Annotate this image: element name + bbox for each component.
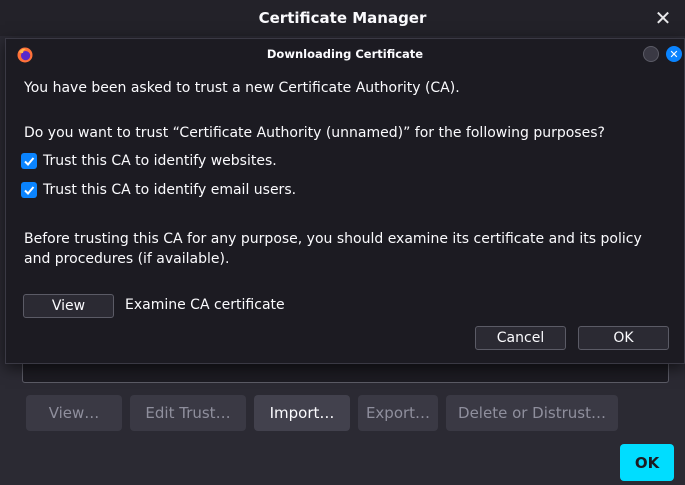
export-button[interactable]: Export… <box>358 395 438 431</box>
edit-trust-button-label: Edit Trust… <box>145 404 231 422</box>
view-ca-button-label: View <box>51 298 86 314</box>
import-button[interactable]: Import… <box>254 395 350 431</box>
delete-or-distrust-button-label: Delete or Distrust… <box>458 404 606 422</box>
certificate-manager-ok-button[interactable]: OK <box>620 444 674 481</box>
close-icon[interactable]: ✕ <box>651 6 675 30</box>
view-button[interactable]: View… <box>26 395 122 431</box>
trust-email-checkbox[interactable] <box>21 182 37 198</box>
view-button-label: View… <box>48 404 100 422</box>
examine-ca-label: Examine CA certificate <box>125 297 285 313</box>
ok-button[interactable]: OK <box>578 326 669 350</box>
cancel-button[interactable]: Cancel <box>475 326 566 350</box>
certificate-actions: View… Edit Trust… Import… Export… Delete… <box>26 395 626 431</box>
question-text: Do you want to trust “Certificate Author… <box>24 125 605 141</box>
dialog-title: Downloading Certificate <box>266 47 424 61</box>
trust-websites-checkbox[interactable] <box>21 153 37 169</box>
minimize-icon[interactable] <box>643 46 659 62</box>
trust-websites-row[interactable]: Trust this CA to identify websites. <box>21 153 277 169</box>
intro-text: You have been asked to trust a new Certi… <box>24 80 460 96</box>
edit-trust-button[interactable]: Edit Trust… <box>130 395 246 431</box>
trust-websites-label: Trust this CA to identify websites. <box>43 153 277 169</box>
export-button-label: Export… <box>365 404 431 422</box>
ok-button-label: OK <box>613 330 634 346</box>
window-title: Certificate Manager <box>258 9 427 27</box>
dialog-header: Downloading Certificate ✕ <box>6 39 684 69</box>
downloading-certificate-dialog: Downloading Certificate ✕ You have been … <box>5 38 685 364</box>
delete-or-distrust-button[interactable]: Delete or Distrust… <box>446 395 618 431</box>
import-button-label: Import… <box>269 404 335 422</box>
trust-email-row[interactable]: Trust this CA to identify email users. <box>21 182 296 198</box>
trust-email-label: Trust this CA to identify email users. <box>43 182 297 198</box>
check-icon <box>24 186 35 195</box>
check-icon <box>24 157 35 166</box>
ok-label: OK <box>634 453 660 472</box>
advice-text: Before trusting this CA for any purpose,… <box>24 231 642 267</box>
view-ca-button[interactable]: View <box>23 294 114 318</box>
close-icon[interactable]: ✕ <box>666 46 682 62</box>
cancel-button-label: Cancel <box>496 330 545 346</box>
window-title-bar: Certificate Manager ✕ <box>0 0 685 36</box>
